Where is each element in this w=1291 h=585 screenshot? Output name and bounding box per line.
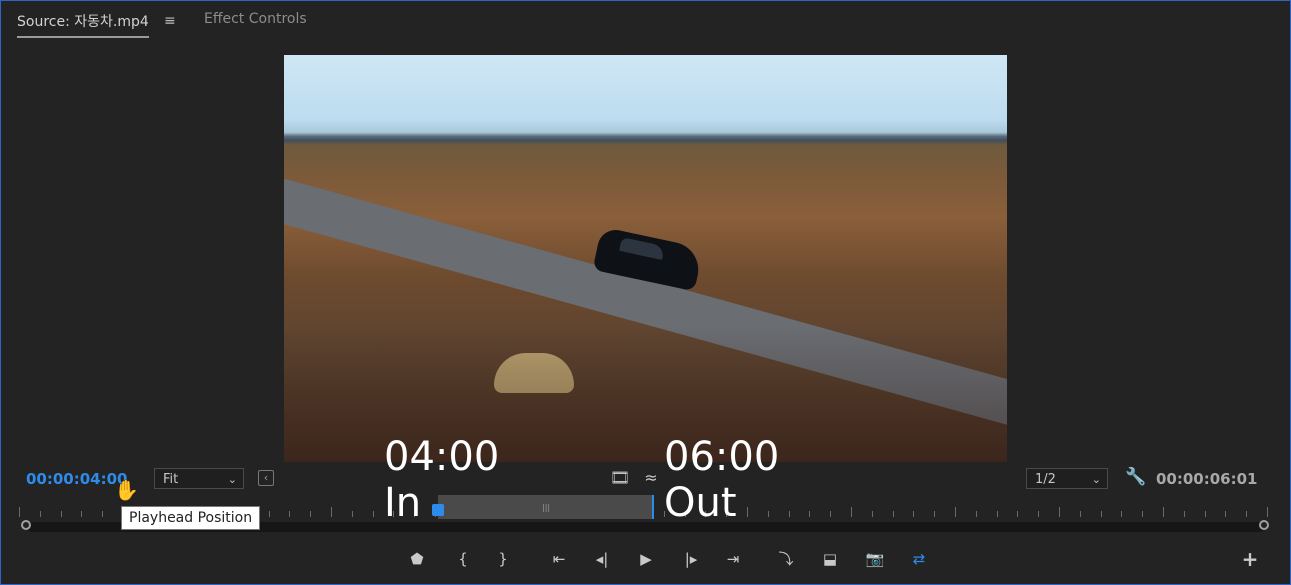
ruler-tick — [1017, 511, 1019, 517]
ruler-tick — [351, 511, 353, 517]
tab-source[interactable]: Source: 자동차.mp4 — [17, 11, 149, 38]
ruler-tick — [1121, 511, 1123, 517]
ruler-tick — [60, 511, 62, 517]
tab-effect-controls[interactable]: Effect Controls — [204, 11, 307, 27]
ruler-tick — [372, 511, 374, 517]
ruler-tick — [767, 511, 769, 517]
source-monitor-panel: Source: 자동차.mp4 ≡ Effect Controls 00:00:… — [0, 0, 1291, 585]
play-button[interactable]: ▶ — [634, 547, 658, 571]
car-window — [619, 237, 666, 260]
zoom-select[interactable]: Fit ⌄ — [154, 468, 244, 489]
ruler-tick — [289, 511, 291, 517]
film-icon[interactable]: 🎞 — [610, 470, 630, 486]
panel-tabs: Source: 자동차.mp4 ≡ Effect Controls — [1, 1, 1290, 41]
chevron-down-icon: ⌄ — [1091, 473, 1101, 486]
transport-controls: ⬟ { } ⇤ ◂| ▶ |▸ ⇥ ⤵ ⬓ 📷 ⇄ + — [1, 547, 1291, 571]
ruler-tick — [747, 507, 748, 517]
ruler-tick — [1100, 511, 1102, 517]
duration-timecode: 00:00:06:01 — [1156, 470, 1258, 488]
ruler-tick — [1267, 507, 1268, 517]
ruler-tick — [1038, 511, 1040, 517]
ruler-tick — [1059, 507, 1060, 517]
ruler-tick — [1225, 511, 1227, 517]
safe-margins-icon[interactable]: ‹ — [258, 470, 274, 486]
ruler-tick — [1163, 507, 1164, 517]
ruler-tick — [788, 511, 790, 517]
settings-wrench-icon[interactable]: 🔧 — [1125, 469, 1146, 487]
ruler-tick — [39, 511, 41, 517]
tooltip: Playhead Position — [121, 506, 261, 530]
playhead-handle[interactable] — [432, 504, 444, 516]
chevron-down-icon: ⌄ — [227, 473, 237, 486]
out-time-overlay: 06:00 — [664, 434, 780, 480]
ruler-tick — [913, 511, 915, 517]
insert-button[interactable]: ⤵ — [774, 547, 798, 571]
ruler-tick — [1079, 511, 1081, 517]
video-frame — [284, 55, 1007, 462]
range-grip-icon: ||| — [542, 503, 551, 512]
button-editor-add-button[interactable]: + — [1238, 547, 1262, 571]
go-to-in-button[interactable]: ⇤ — [547, 547, 571, 571]
hand-cursor-icon: ✋ — [114, 478, 139, 502]
zoom-value: Fit — [163, 472, 179, 487]
mark-out-button[interactable]: } — [491, 547, 515, 571]
ruler-tick — [830, 511, 832, 517]
drag-audio-icon[interactable]: ≈ — [641, 470, 661, 486]
ruler-tick — [310, 511, 312, 517]
ruler-tick — [975, 511, 977, 517]
ruler-tick — [955, 507, 956, 517]
ruler-tick — [81, 511, 83, 517]
ruler-tick — [268, 511, 270, 517]
resolution-select[interactable]: 1/2 ⌄ — [1026, 468, 1108, 489]
add-marker-button[interactable]: ⬟ — [405, 547, 429, 571]
in-label-overlay: In — [384, 480, 422, 526]
ruler-tick — [851, 507, 852, 517]
ruler-tick — [996, 511, 998, 517]
step-back-button[interactable]: ◂| — [590, 547, 614, 571]
ruler-tick — [331, 507, 332, 517]
ruler-tick — [934, 511, 936, 517]
ruler-tick — [1183, 511, 1185, 517]
panel-menu-icon[interactable]: ≡ — [164, 13, 176, 29]
out-label-overlay: Out — [664, 480, 737, 526]
mark-in-button[interactable]: { — [451, 547, 475, 571]
scrollbar-right-handle[interactable] — [1259, 520, 1269, 530]
resolution-value: 1/2 — [1035, 472, 1056, 487]
scrollbar-left-handle[interactable] — [21, 520, 31, 530]
go-to-out-button[interactable]: ⇥ — [721, 547, 745, 571]
playhead-timecode[interactable]: 00:00:04:00 — [26, 470, 128, 488]
toggle-proxies-button[interactable]: ⇄ — [907, 547, 931, 571]
ruler-tick — [1142, 511, 1144, 517]
step-forward-button[interactable]: |▸ — [679, 547, 703, 571]
ruler-tick — [871, 511, 873, 517]
ruler-tick — [809, 511, 811, 517]
ruler-tick — [1246, 511, 1248, 517]
in-time-overlay: 04:00 — [384, 434, 500, 480]
ruler-tick — [1204, 511, 1206, 517]
export-frame-button[interactable]: 📷 — [863, 547, 887, 571]
ruler-tick — [892, 511, 894, 517]
overwrite-button[interactable]: ⬓ — [818, 547, 842, 571]
ruler-tick — [102, 511, 104, 517]
ruler-tick — [19, 507, 20, 517]
